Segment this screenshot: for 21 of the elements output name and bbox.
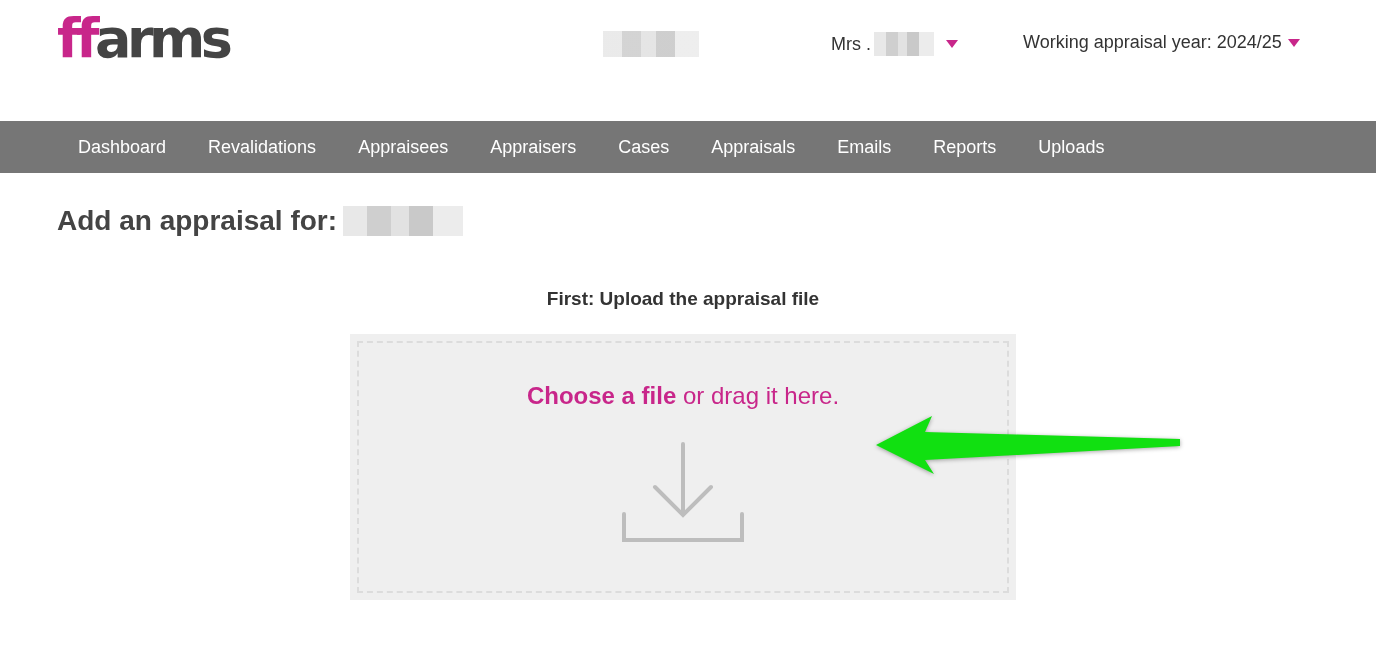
- choose-file-link[interactable]: Choose a file: [526, 382, 677, 409]
- step-heading: First: Upload the appraisal file: [545, 287, 821, 311]
- redacted-block: [874, 32, 934, 56]
- user-menu[interactable]: Mrs .: [831, 32, 958, 56]
- nav-link[interactable]: Cases: [597, 136, 691, 158]
- nav-link[interactable]: Appraisers: [469, 136, 598, 158]
- nav-link[interactable]: Uploads: [1017, 136, 1126, 158]
- caret-icon: [1287, 38, 1300, 47]
- page-title: Add an appraisal for:: [57, 205, 338, 237]
- nav-link[interactable]: Revalidations: [187, 136, 338, 158]
- file-dropzone[interactable]: Choose a file or drag it here.: [350, 334, 1016, 600]
- download-icon: [622, 442, 744, 544]
- nav-link[interactable]: Reports: [912, 136, 1018, 158]
- ffarms-logo[interactable]: ffarms: [57, 12, 229, 66]
- caret-icon: [946, 40, 958, 48]
- nav-link[interactable]: Emails: [816, 136, 913, 158]
- appraisal-year-menu[interactable]: Working appraisal year: 2024/25: [1023, 32, 1300, 53]
- upload-prompt: Choose a file or drag it here.: [526, 381, 840, 411]
- nav-link[interactable]: Dashboard: [57, 136, 188, 158]
- nav-link[interactable]: Appraisees: [337, 136, 470, 158]
- nav-link[interactable]: Appraisals: [690, 136, 817, 158]
